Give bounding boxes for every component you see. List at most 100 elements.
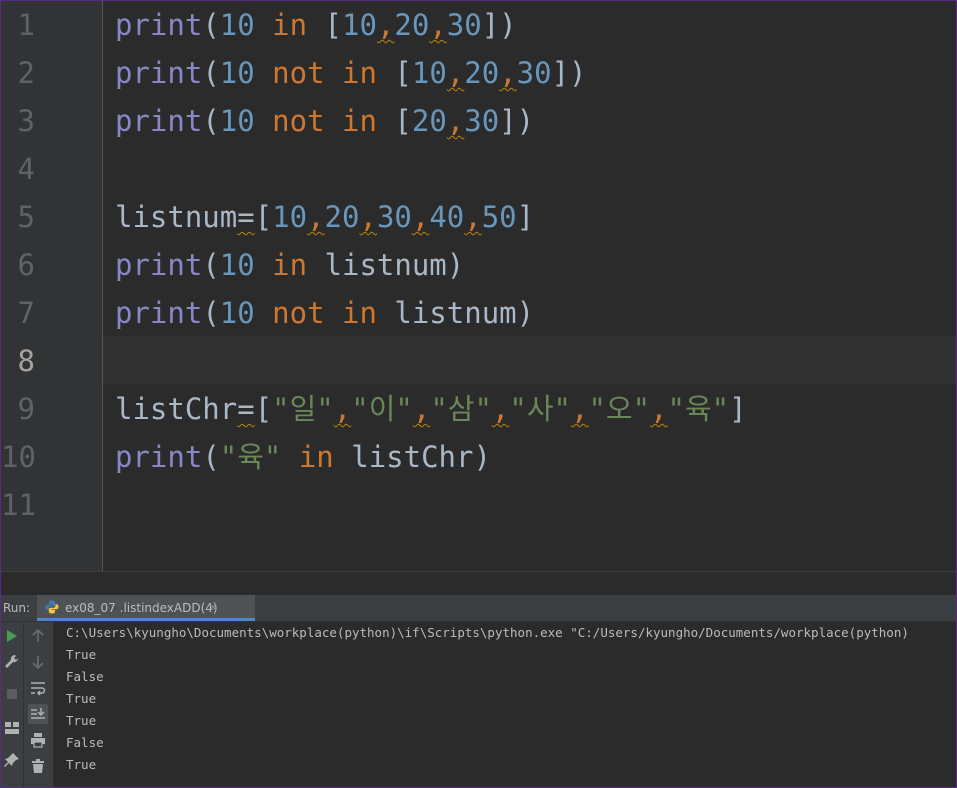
code-token: , (571, 392, 589, 426)
code-token: 10 (219, 248, 255, 282)
code-token: = (237, 200, 255, 234)
code-token: listnum (115, 200, 238, 234)
code-token: 30 (446, 8, 482, 42)
trash-icon[interactable] (28, 756, 48, 776)
run-icon[interactable] (2, 626, 22, 646)
code-token: , (464, 200, 482, 234)
console-output-line: True (66, 713, 97, 728)
line-number: 7 (17, 296, 35, 330)
editor-bottom-spacer (1, 571, 956, 596)
code-token: 10 (219, 56, 255, 90)
close-tab-icon[interactable]: × (208, 600, 218, 614)
code-token: , (446, 56, 465, 90)
code-line[interactable]: print(10 not in [10,20,30]) (115, 49, 586, 97)
code-token: not in (254, 104, 395, 138)
code-token: print (115, 104, 203, 138)
code-token: ] (729, 392, 747, 426)
code-token: [ (394, 56, 412, 90)
console-output-line: False (66, 669, 104, 684)
code-token: [ (324, 8, 343, 42)
code-token: , (307, 200, 325, 234)
run-toolwindow-header: Run: ex08_07 .listindexADD(4) × (1, 595, 956, 622)
code-token: ( (202, 296, 220, 330)
code-line[interactable]: print(10 in listnum) (115, 241, 464, 289)
code-token: 10 (219, 104, 255, 138)
layout-icon[interactable] (2, 718, 22, 738)
code-token: "사" (509, 392, 571, 426)
console-output-line: True (66, 691, 97, 706)
code-token: print (115, 56, 203, 90)
pin-icon[interactable] (2, 750, 22, 770)
code-token: 30 (464, 104, 500, 138)
run-label: Run: (3, 601, 31, 615)
current-line-highlight (103, 336, 956, 384)
code-token: "육" (667, 392, 730, 426)
line-number: 2 (17, 56, 35, 90)
scroll-to-end-icon[interactable] (28, 704, 48, 724)
code-token: "삼" (430, 392, 492, 426)
code-token: listnum) (324, 248, 465, 282)
code-token: 20 (394, 8, 430, 42)
code-token: in (254, 248, 325, 282)
console-output-line: False (66, 735, 104, 750)
code-token: , (359, 200, 377, 234)
console-output-line: True (66, 647, 97, 662)
wrench-icon[interactable] (2, 652, 22, 672)
line-number: 5 (17, 200, 35, 234)
run-console-output[interactable]: C:\Users\kyungho\Documents\workplace(pyt… (54, 622, 956, 787)
print-icon[interactable] (28, 730, 48, 750)
code-token: 20 (411, 104, 447, 138)
code-token: , (333, 392, 352, 426)
code-line[interactable]: print("육" in listChr) (115, 433, 491, 481)
code-token: 50 (481, 200, 517, 234)
code-token: 20 (324, 200, 360, 234)
code-token: print (115, 248, 203, 282)
code-token: , (491, 392, 510, 426)
code-token: in (254, 8, 325, 42)
code-token: [ (254, 392, 273, 426)
code-token: print (115, 8, 203, 42)
code-token: ( (202, 56, 220, 90)
code-token: "육" (219, 440, 282, 474)
code-token: ( (202, 104, 220, 138)
code-token: ] (516, 200, 535, 234)
code-editor[interactable]: 1 2 3 4 5 6 7 8 9 10 11 print(10 in [10,… (1, 1, 956, 571)
code-token: , (499, 56, 517, 90)
down-arrow-icon[interactable] (28, 652, 48, 672)
code-line[interactable]: listChr=["일","이","삼","사","오","육"] (115, 385, 747, 433)
code-token: , (650, 392, 668, 426)
code-token: not in (254, 296, 395, 330)
code-token: "이" (351, 392, 413, 426)
code-token: 10 (342, 8, 377, 42)
code-token: ]) (481, 8, 517, 42)
code-line[interactable]: print(10 in [10,20,30]) (115, 1, 517, 49)
code-token: 30 (376, 200, 412, 234)
code-token: ( (202, 8, 220, 42)
code-token: 20 (464, 56, 500, 90)
console-output-line: True (66, 757, 97, 772)
code-token: , (411, 200, 430, 234)
code-token: "일" (272, 392, 334, 426)
run-left-toolbar (1, 622, 24, 787)
line-number: 9 (17, 392, 35, 426)
code-token: print (115, 296, 203, 330)
code-line[interactable]: print(10 not in listnum) (115, 289, 534, 337)
soft-wrap-icon[interactable] (28, 678, 48, 698)
run-config-tab[interactable]: ex08_07 .listindexADD(4) × (37, 595, 255, 621)
code-token: ( (202, 440, 220, 474)
code-token: not in (254, 56, 395, 90)
code-token: listnum) (394, 296, 535, 330)
code-token: listChr (115, 392, 238, 426)
code-token: = (237, 392, 255, 426)
up-arrow-icon[interactable] (28, 626, 48, 646)
code-token: 10 (219, 8, 255, 42)
line-number: 6 (17, 248, 35, 282)
code-token: in (281, 440, 352, 474)
code-line[interactable]: listnum=[10,20,30,40,50] (115, 193, 534, 241)
code-token: 10 (411, 56, 447, 90)
code-token: ]) (499, 104, 535, 138)
code-line[interactable]: print(10 not in [20,30]) (115, 97, 534, 145)
code-token: ( (202, 248, 220, 282)
code-token: [ (254, 200, 273, 234)
stop-icon[interactable] (2, 684, 22, 704)
